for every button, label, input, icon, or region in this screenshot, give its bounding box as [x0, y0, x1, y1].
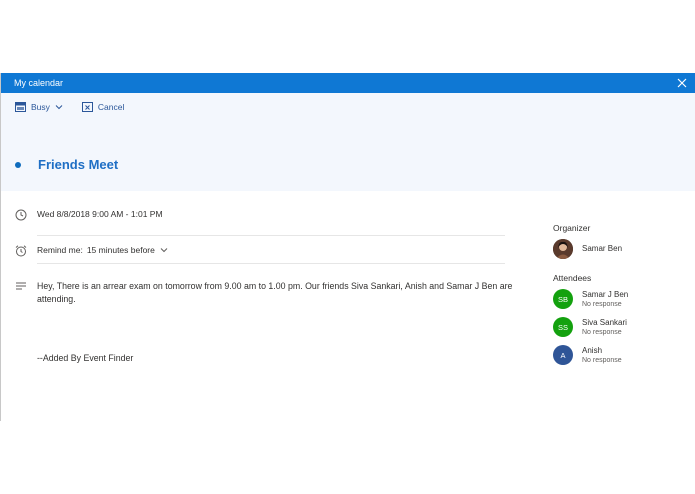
alarm-icon [15, 245, 27, 257]
busy-status-icon [15, 102, 26, 112]
window-title: My calendar [14, 78, 64, 88]
attendee-name: Anish [582, 345, 603, 355]
attendees-heading: Attendees [553, 273, 592, 283]
event-title-row: Friends Meet [15, 157, 118, 172]
divider [37, 235, 505, 236]
event-description[interactable]: Hey, There is an arrear exam on tomorrow… [37, 280, 523, 306]
cancel-label: Cancel [97, 102, 125, 112]
attendee-name: Siva Sankari [582, 317, 627, 327]
cancel-button[interactable]: Cancel [81, 102, 125, 112]
divider [37, 263, 505, 264]
busy-label: Busy [31, 102, 50, 112]
attendee[interactable]: A Anish No response [553, 345, 693, 365]
cancel-calendar-icon [81, 102, 93, 112]
datetime-row: Wed 8/8/2018 9:00 AM - 1:01 PM [15, 209, 163, 221]
close-icon[interactable] [675, 73, 689, 93]
title-bar: My calendar [1, 73, 695, 93]
reminder-row: Remind me: 15 minutes before [15, 245, 169, 257]
calendar-window: My calendar Busy Cancel Friends Meet Wed… [0, 73, 695, 421]
clock-icon [15, 209, 27, 221]
profile-photo [553, 239, 573, 259]
attendee-status: No response [582, 356, 622, 364]
attendee-status: No response [582, 300, 622, 308]
reminder-label: Remind me: [37, 245, 83, 255]
attendee-status: No response [582, 328, 622, 336]
people-panel: Organizer Samar Ben Attendees SB Samar J… [553, 223, 693, 373]
organizer-name: Samar Ben [582, 244, 623, 253]
chevron-down-icon [55, 105, 63, 110]
reminder-value: 15 minutes before [86, 245, 155, 255]
toolbar: Busy Cancel [15, 99, 138, 115]
avatar [553, 239, 573, 259]
organizer-heading: Organizer [553, 223, 591, 233]
event-header: Busy Cancel Friends Meet [1, 93, 695, 191]
attendee[interactable]: SB Samar J Ben No response [553, 289, 693, 309]
avatar: A [553, 345, 573, 365]
event-title: Friends Meet [38, 157, 119, 172]
avatar: SS [553, 317, 573, 337]
event-datetime[interactable]: Wed 8/8/2018 9:00 AM - 1:01 PM [37, 209, 163, 219]
attendee[interactable]: SS Siva Sankari No response [553, 317, 693, 337]
attendee-name: Samar J Ben [582, 289, 629, 299]
organizer[interactable]: Samar Ben [553, 239, 693, 259]
reminder-dropdown[interactable]: 15 minutes before [87, 245, 169, 255]
calendar-color-dot [15, 161, 21, 168]
footer-note: --Added By Event Finder [37, 353, 134, 363]
avatar: SB [553, 289, 573, 309]
busy-dropdown[interactable]: Busy [15, 102, 68, 112]
chevron-down-icon [160, 248, 168, 253]
description-icon [16, 282, 26, 290]
